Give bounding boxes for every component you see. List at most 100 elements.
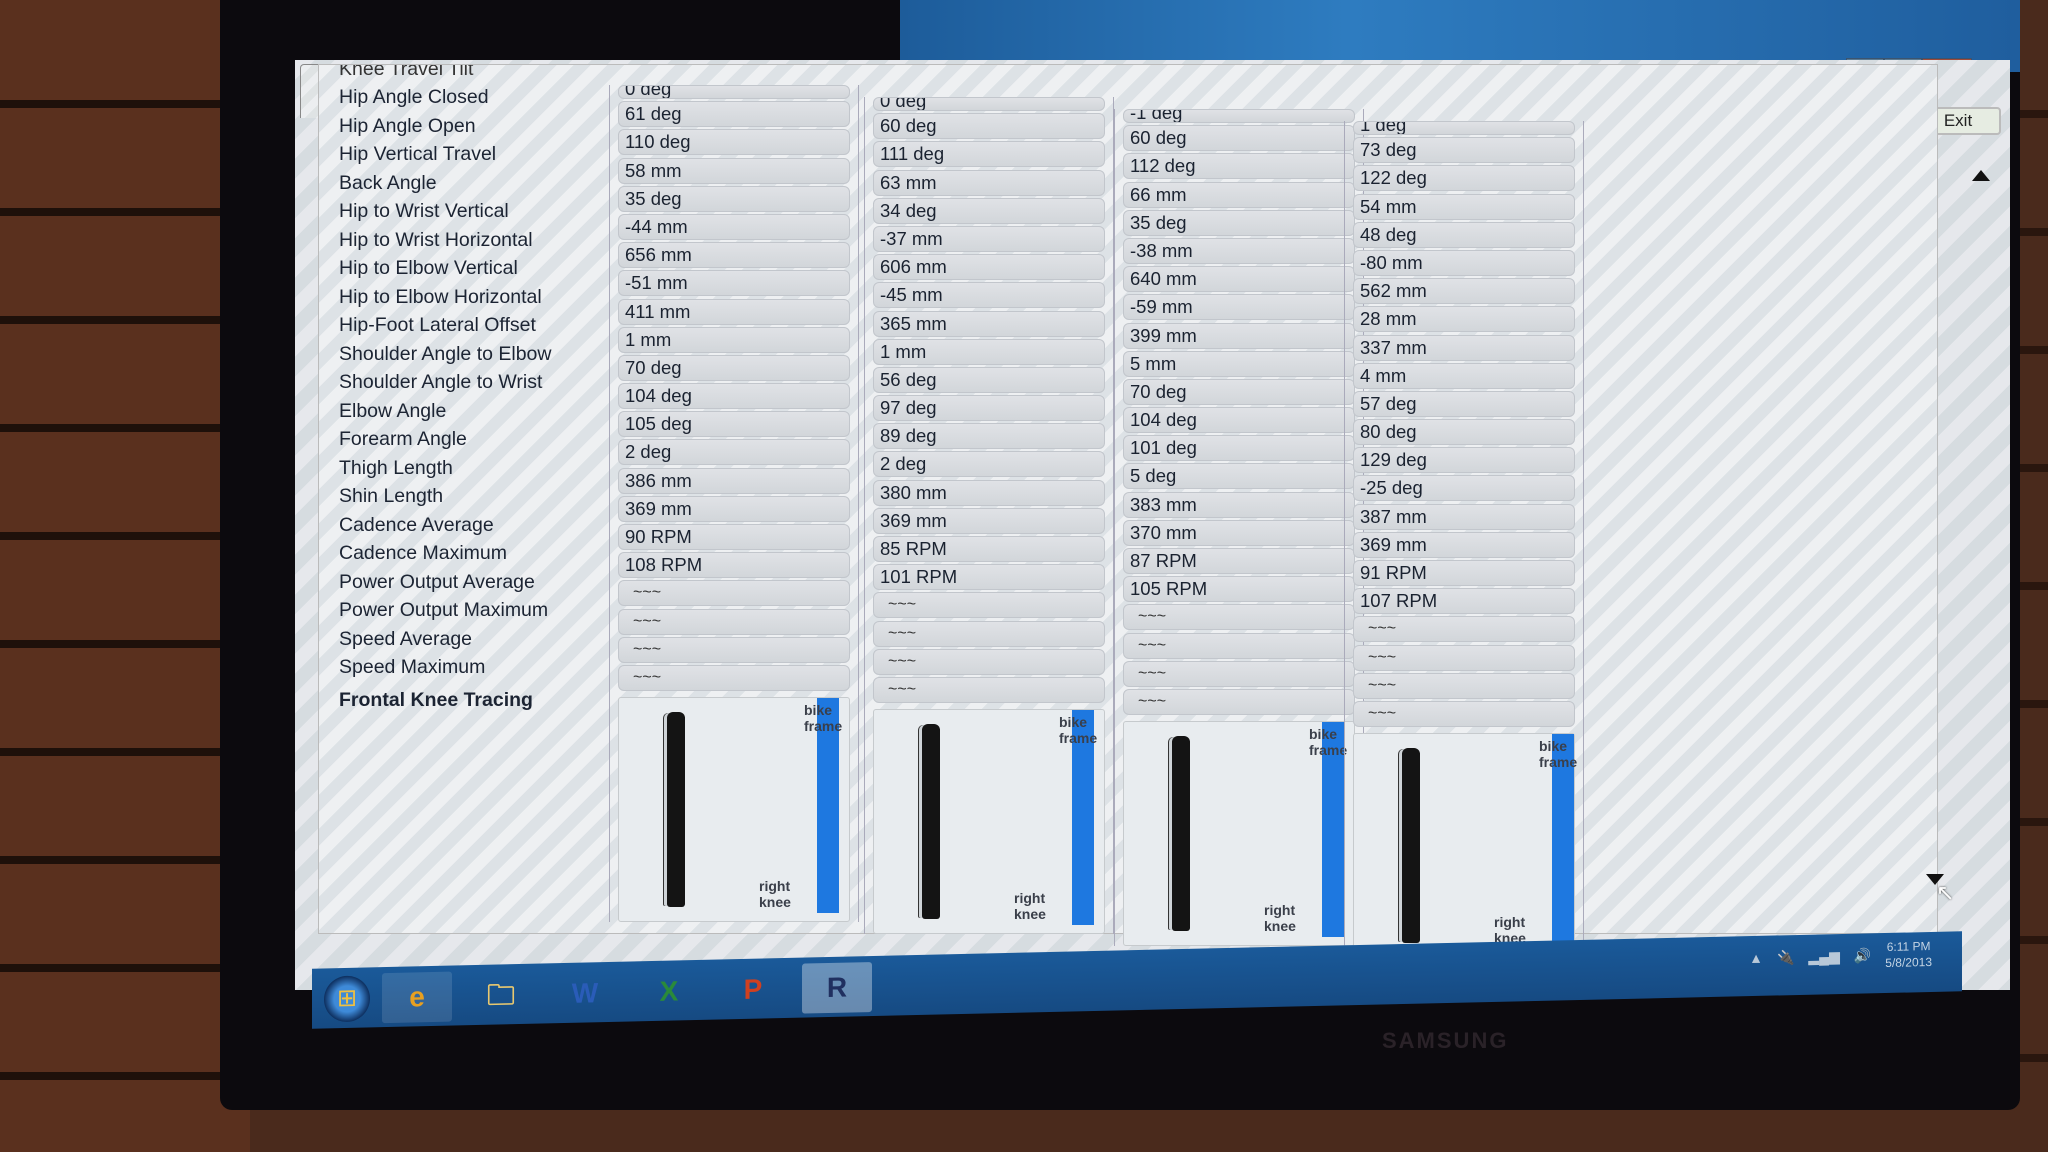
value-cell: 28 mm <box>1353 306 1575 333</box>
metric-label: Cadence Maximum <box>339 542 507 564</box>
metric-label: Hip Vertical Travel <box>339 143 497 165</box>
value-cell: 122 deg <box>1353 165 1575 192</box>
value-cell: 35 deg <box>618 185 850 212</box>
value-cell: 104 deg <box>1123 407 1355 434</box>
value-cell: 4 mm <box>1353 362 1575 389</box>
value-cell: ~~~ <box>1353 700 1575 727</box>
frame-label-line-2: frame <box>1539 753 1578 770</box>
knee-label-line-1: right <box>1264 901 1296 918</box>
value-cell: 63 mm <box>873 169 1105 196</box>
frame-label-line-1: bike <box>1309 725 1338 742</box>
value-cell: 105 RPM <box>1123 576 1355 603</box>
bike-frame-label: bike frame <box>1539 738 1577 770</box>
value-cell: 380 mm <box>873 479 1105 506</box>
bike-frame-label: bike frame <box>1309 726 1347 758</box>
value-cell: ~~~ <box>1353 672 1575 699</box>
value-cell: 1 mm <box>873 338 1105 365</box>
metric-label: Speed Average <box>339 627 473 650</box>
value-cell: 5 deg <box>1123 463 1355 490</box>
frame-label-line-2: frame <box>1309 741 1348 758</box>
value-cell: 70 deg <box>1123 378 1355 405</box>
value-cell: 5 mm <box>1123 350 1355 377</box>
value-cell: -38 mm <box>1123 237 1355 264</box>
taskbar-excel-icon[interactable]: X <box>634 966 704 1018</box>
value-cell: ~~~ <box>873 676 1105 703</box>
value-cell: ~~~ <box>618 636 850 663</box>
clock[interactable]: 6:11 PM 5/8/2013 <box>1885 938 1932 971</box>
value-cell: 107 RPM <box>1353 588 1575 615</box>
value-cell: 48 deg <box>1353 221 1575 248</box>
value-cell: ~~~ <box>1123 660 1355 687</box>
metric-label: Hip to Elbow Vertical <box>339 257 518 279</box>
power-icon[interactable]: 🔌 <box>1777 949 1794 966</box>
value-cell: 60 deg <box>1123 125 1355 152</box>
value-cell: ~~~ <box>1123 688 1355 715</box>
background-wall-left <box>0 0 250 1152</box>
knee-trace-path <box>922 723 940 919</box>
metric-label: Hip to Elbow Horizontal <box>339 285 542 308</box>
network-signal-icon[interactable]: ▂▄▆ <box>1808 948 1839 966</box>
value-cell: 35 deg <box>1123 209 1355 236</box>
start-button[interactable]: ⊞ <box>324 975 370 1023</box>
knee-tracing-plot: bike frame right knee <box>1353 732 1577 958</box>
value-cell: -25 deg <box>1353 475 1575 502</box>
show-hidden-icons-icon[interactable]: ▲ <box>1749 950 1763 966</box>
metric-label: Power Output Average <box>339 570 535 593</box>
metric-label: Thigh Length <box>339 456 453 479</box>
value-cell: 90 RPM <box>618 524 850 550</box>
value-cell: 656 mm <box>618 242 850 269</box>
right-knee-label: right knee <box>1264 902 1296 934</box>
value-cell: 110 deg <box>618 129 850 156</box>
value-cell: -37 mm <box>873 225 1105 252</box>
value-cell: 60 deg <box>873 113 1105 140</box>
knee-label-line-1: right <box>1494 913 1526 930</box>
taskbar-internet-explorer-icon[interactable]: e <box>382 971 452 1024</box>
value-cell: 57 deg <box>1353 390 1575 417</box>
bike-frame-label: bike frame <box>1059 714 1097 746</box>
value-cell: 640 mm <box>1123 266 1355 293</box>
value-cell: ~~~ <box>873 620 1105 647</box>
frame-label-line-1: bike <box>804 701 833 718</box>
value-cell: 1 mm <box>618 326 850 353</box>
frame-label-line-1: bike <box>1539 737 1568 754</box>
knee-label-line-2: knee <box>1014 905 1046 922</box>
value-cell: ~~~ <box>618 608 850 635</box>
metric-label: Elbow Angle <box>339 399 447 422</box>
taskbar-powerpoint-icon[interactable]: P <box>718 964 788 1016</box>
metric-label: Hip Angle Open <box>339 114 476 137</box>
knee-label-line-1: right <box>1014 889 1046 906</box>
value-cell: 337 mm <box>1353 334 1575 361</box>
value-cell: 562 mm <box>1353 278 1575 305</box>
value-cell: 606 mm <box>873 254 1105 281</box>
value-cell: 66 mm <box>1123 181 1355 208</box>
bike-frame-label: bike frame <box>804 702 842 734</box>
taskbar-file-explorer-icon[interactable]: 🗀 <box>466 970 536 1022</box>
value-cell: ~~~ <box>1353 616 1575 643</box>
value-cell: 97 deg <box>873 395 1105 422</box>
knee-tracing-plot: bike frame right knee <box>873 708 1105 934</box>
metric-label: Shoulder Angle to Elbow <box>339 342 552 365</box>
taskbar-word-icon[interactable]: W <box>550 968 620 1020</box>
mouse-cursor-icon: ↖ <box>1936 880 1955 905</box>
value-cell: -80 mm <box>1353 249 1575 276</box>
value-cell: 129 deg <box>1353 447 1575 474</box>
value-cell: 104 deg <box>618 383 850 410</box>
value-cell: 91 RPM <box>1353 560 1575 586</box>
value-cell: -59 mm <box>1123 294 1355 321</box>
metric-label: Shin Length <box>339 485 444 507</box>
scroll-up-arrow-icon[interactable] <box>1972 170 1990 181</box>
value-cell: ~~~ <box>618 580 850 607</box>
session-column-2: 0 deg 60 deg 111 deg 63 mm 34 deg -37 mm 606 m… <box>864 97 1114 934</box>
metric-label: Power Output Maximum <box>339 599 549 621</box>
knee-trace-path <box>1172 735 1190 931</box>
value-cell: -51 mm <box>618 270 850 297</box>
volume-icon[interactable]: 🔊 <box>1854 947 1871 964</box>
value-cell: 101 deg <box>1123 435 1355 462</box>
metric-label: Hip-Foot Lateral Offset <box>339 314 536 336</box>
frame-label-line-1: bike <box>1059 713 1088 730</box>
value-cell: ~~~ <box>1353 644 1575 671</box>
knee-tracing-plot: bike frame right knee <box>618 696 850 922</box>
value-cell: 370 mm <box>1123 519 1355 546</box>
taskbar-retul-app-icon[interactable]: R <box>802 962 872 1014</box>
value-cell: 369 mm <box>618 495 850 522</box>
